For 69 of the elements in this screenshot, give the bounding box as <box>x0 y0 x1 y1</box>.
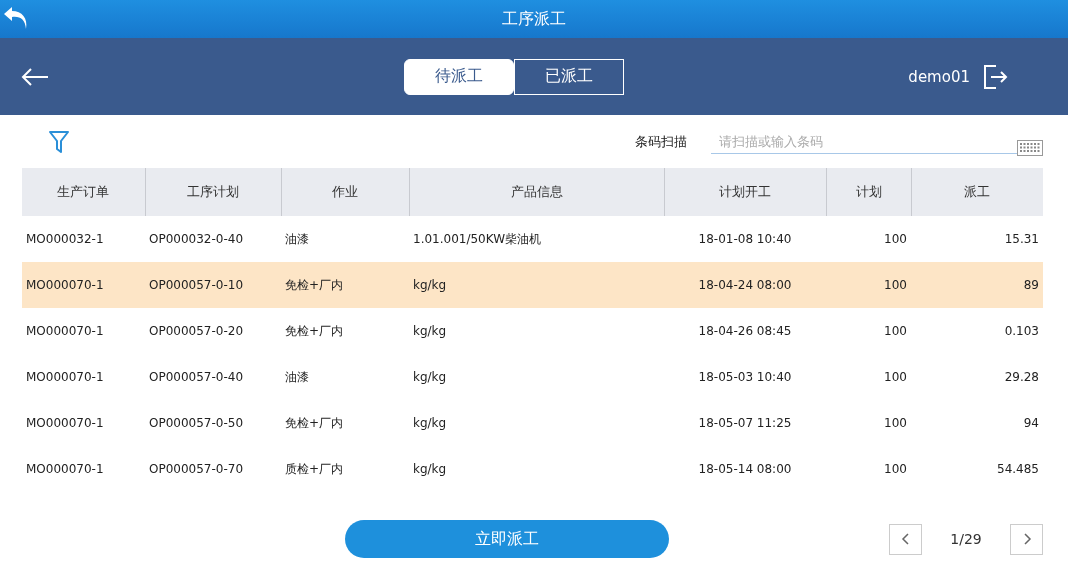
column-header: 派工 <box>911 168 1043 216</box>
table-cell-text: OP000057-0-40 <box>148 369 245 386</box>
table-cell-text: 18-05-03 10:40 <box>697 369 793 386</box>
table-row[interactable]: MO000070-1 OP000057-0-40 油漆 kg/kg 18-05-03 10:40 100 29.28 <box>22 354 1043 400</box>
table-row[interactable]: MO000070-1 OP000057-0-10 免检+厂内 kg/kg 18-04-24 08:00 100 89 <box>22 262 1043 308</box>
table-cell-text: 29.28 <box>1003 369 1040 386</box>
user-name: demo01 <box>908 67 970 86</box>
column-header: 作业 <box>281 168 409 216</box>
chevron-right-icon <box>1021 532 1032 546</box>
chevron-left-icon <box>900 532 911 546</box>
table-cell: MO000070-1 <box>22 308 145 354</box>
column-header: 产品信息 <box>409 168 664 216</box>
table-cell: 89 <box>911 262 1043 308</box>
table-cell-text: MO000070-1 <box>25 461 105 478</box>
table-cell-text: 94 <box>1022 415 1040 432</box>
table-cell: kg/kg <box>409 262 664 308</box>
filter-icon[interactable] <box>48 129 70 154</box>
table-cell-text: 100 <box>883 461 908 478</box>
table-cell-text: 质检+厂内 <box>284 460 345 478</box>
table-row[interactable]: MO000070-1 OP000057-0-70 质检+厂内 kg/kg 18-05-14 08:00 100 54.485 <box>22 446 1043 492</box>
prev-page-button[interactable] <box>889 523 922 555</box>
table-cell-text: kg/kg <box>412 415 448 432</box>
keyboard-icon[interactable] <box>1017 139 1043 156</box>
table-cell: 100 <box>826 216 911 262</box>
table-cell-text: 100 <box>883 415 908 432</box>
logout-icon[interactable] <box>982 63 1008 90</box>
table-cell-text: 18-05-14 08:00 <box>697 461 793 478</box>
table-cell-text: kg/kg <box>412 461 448 478</box>
table-cell: 免检+厂内 <box>281 262 409 308</box>
column-header: 生产订单 <box>22 168 145 216</box>
table-cell: 免检+厂内 <box>281 308 409 354</box>
table-cell: OP000057-0-20 <box>145 308 281 354</box>
table-cell-text: OP000057-0-50 <box>148 415 245 432</box>
table-cell: 1.01.001/50KW柴油机 <box>409 216 664 262</box>
table-cell-text: kg/kg <box>412 369 448 386</box>
table-cell: 油漆 <box>281 216 409 262</box>
table-cell-text: OP000057-0-70 <box>148 461 245 478</box>
table-row[interactable]: MO000032-1 OP000032-0-40 油漆 1.01.001/50KW柴油机 18-01-08 10:40 100 15.31 <box>22 216 1043 262</box>
column-header: 计划 <box>826 168 911 216</box>
table-cell-text: 免检+厂内 <box>284 414 345 432</box>
table-cell: MO000070-1 <box>22 262 145 308</box>
table-cell-text: 100 <box>883 369 908 386</box>
table-row[interactable]: MO000070-1 OP000057-0-50 免检+厂内 kg/kg 18-05-07 11:25 100 94 <box>22 400 1043 446</box>
table-row[interactable]: MO000070-1 OP000057-0-20 免检+厂内 kg/kg 18-04-26 08:45 100 0.103 <box>22 308 1043 354</box>
barcode-label: 条码扫描 <box>635 132 687 151</box>
table-cell-text: 18-05-07 11:25 <box>697 415 793 432</box>
column-header: 工序计划 <box>145 168 281 216</box>
window-title: 工序派工 <box>502 8 566 30</box>
table-cell-text: 油漆 <box>284 368 310 386</box>
table-cell-text: 54.485 <box>996 461 1040 478</box>
table-cell: MO000032-1 <box>22 216 145 262</box>
table-cell: kg/kg <box>409 308 664 354</box>
tab[interactable]: 待派工 <box>404 58 514 95</box>
table-cell: 18-04-26 08:45 <box>664 308 826 354</box>
table-cell-text: MO000070-1 <box>25 415 105 432</box>
back-arrow-icon[interactable] <box>20 66 50 87</box>
table-cell: 0.103 <box>911 308 1043 354</box>
table-cell: 100 <box>826 308 911 354</box>
column-header: 计划开工 <box>664 168 826 216</box>
tab[interactable]: 已派工 <box>514 58 624 95</box>
table-cell: OP000032-0-40 <box>145 216 281 262</box>
table-cell-text: MO000070-1 <box>25 369 105 386</box>
next-page-button[interactable] <box>1010 523 1043 555</box>
table-cell: 18-04-24 08:00 <box>664 262 826 308</box>
table-cell: 100 <box>826 262 911 308</box>
table-cell: 18-01-08 10:40 <box>664 216 826 262</box>
table-cell: 15.31 <box>911 216 1043 262</box>
table-cell: OP000057-0-10 <box>145 262 281 308</box>
page-indicator: 1/29 <box>949 531 983 547</box>
